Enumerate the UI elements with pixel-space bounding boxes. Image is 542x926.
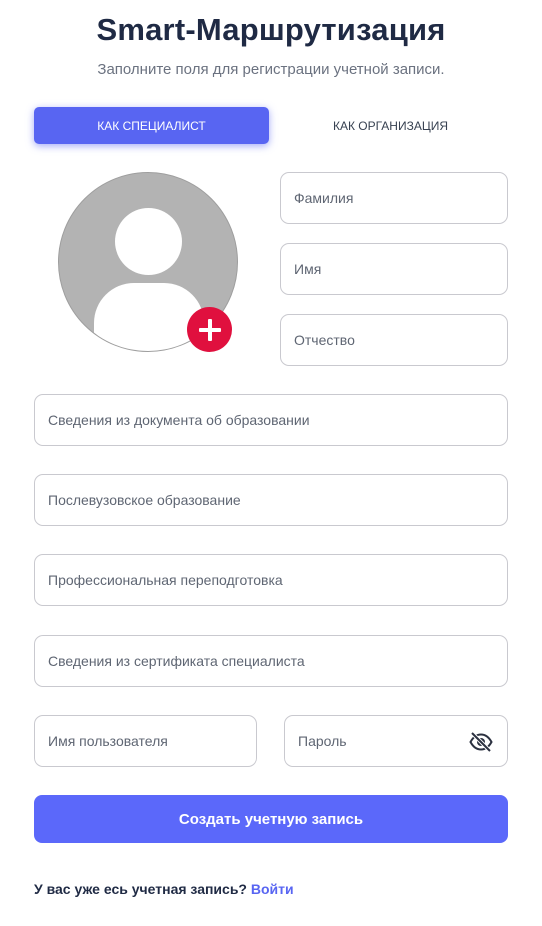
password-field — [284, 715, 508, 767]
middle-name-field — [280, 314, 508, 366]
postgraduate-field — [34, 474, 508, 526]
certificate-field — [34, 635, 508, 687]
registration-page: Smart-Маршрутизация Заполните поля для р… — [0, 0, 542, 926]
page-subtitle: Заполните поля для регистрации учетной з… — [97, 61, 445, 78]
user-silhouette-body — [94, 283, 204, 351]
create-account-button[interactable]: Создать учетную запись — [34, 795, 508, 843]
first-name-input[interactable] — [281, 244, 507, 294]
login-prompt: У вас уже есь учетная запись? Войти — [34, 881, 294, 897]
last-name-field — [280, 172, 508, 224]
plus-icon — [198, 318, 221, 341]
login-link[interactable]: Войти — [251, 881, 294, 897]
education-doc-field — [34, 394, 508, 446]
certificate-input[interactable] — [35, 636, 507, 686]
postgraduate-input[interactable] — [35, 475, 507, 525]
username-input[interactable] — [35, 716, 256, 766]
page-title: Smart-Маршрутизация — [96, 12, 446, 47]
eye-slash-icon[interactable] — [469, 730, 493, 754]
tab-specialist[interactable]: КАК СПЕЦИАЛИСТ — [34, 107, 269, 144]
first-name-field — [280, 243, 508, 295]
education-doc-input[interactable] — [35, 395, 507, 445]
login-prompt-text: У вас уже есь учетная запись? — [34, 881, 247, 897]
retraining-field — [34, 554, 508, 606]
tab-organization[interactable]: КАК ОРГАНИЗАЦИЯ — [273, 107, 508, 144]
username-field — [34, 715, 257, 767]
retraining-input[interactable] — [35, 555, 507, 605]
user-silhouette-icon — [115, 208, 182, 275]
add-photo-button[interactable] — [187, 307, 232, 352]
middle-name-input[interactable] — [281, 315, 507, 365]
last-name-input[interactable] — [281, 173, 507, 223]
